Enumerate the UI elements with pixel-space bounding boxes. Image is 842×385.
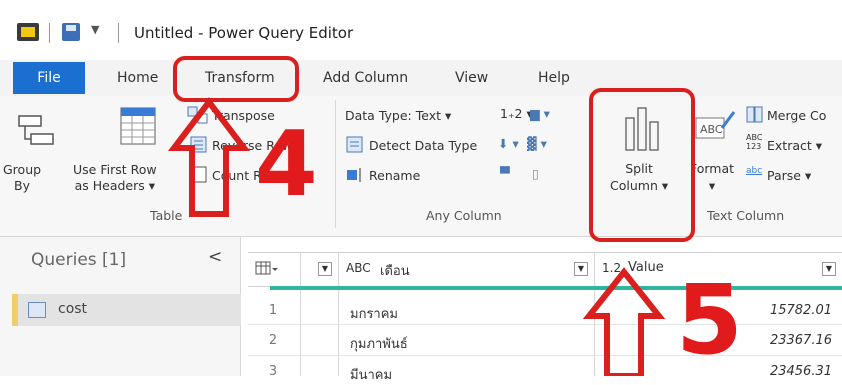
parse-button[interactable]: Parse ▾ (767, 168, 811, 183)
table-menu-icon[interactable] (255, 260, 279, 278)
format-button[interactable]: Format ▾ (690, 160, 734, 194)
group-by-button[interactable]: Group By (3, 162, 41, 194)
column-divider (300, 252, 301, 376)
extract-button[interactable]: Extract ▾ (767, 138, 822, 153)
text-column-group-label: Text Column (707, 208, 785, 223)
table-icon (28, 302, 46, 318)
format-icon: ABC (695, 111, 736, 139)
red-up-arrow-icon (168, 97, 250, 217)
group-divider (335, 100, 336, 228)
unpivot-columns-icon[interactable]: ▓ ▾ (527, 136, 547, 151)
any-column-group-label: Any Column (426, 208, 502, 223)
replace-values-icon[interactable]: 1₊2 ▾ (500, 106, 533, 121)
query-item-label: cost (58, 301, 88, 317)
row-number[interactable]: 3 (260, 364, 286, 379)
detect-data-type-button[interactable]: Detect Data Type (369, 138, 477, 153)
title-bar (0, 0, 842, 60)
use-first-row-as-headers-button[interactable]: Use First Row as Headers ▾ (73, 162, 157, 194)
tab-file[interactable]: File (13, 62, 85, 94)
cell-month[interactable]: มกราคม (350, 303, 398, 324)
tab-add-column[interactable]: Add Column (323, 70, 408, 86)
query-item-cost[interactable] (12, 294, 241, 326)
row-number[interactable]: 2 (260, 333, 286, 348)
tab-help[interactable]: Help (538, 70, 570, 86)
use-first-row-icon (120, 107, 156, 145)
fill-icon[interactable]: ▆ ▾ (530, 106, 550, 121)
extract-icon: ABC 123 (746, 133, 763, 151)
collapse-queries-button[interactable]: < (208, 247, 222, 267)
data-type-dropdown[interactable]: Data Type: Text ▾ (345, 108, 451, 123)
row-divider (248, 355, 842, 356)
move-icon[interactable]: ▀ (500, 166, 510, 181)
red-up-arrow-icon (582, 267, 666, 376)
column-filter-button[interactable]: ▼ (822, 262, 836, 276)
save-icon[interactable] (62, 23, 80, 41)
merge-columns-icon (746, 106, 763, 123)
column-quality-bar (270, 286, 842, 290)
power-query-app-icon (17, 23, 39, 41)
rename-button[interactable]: Rename (369, 168, 420, 183)
row-selector-dropdown-button[interactable]: ▼ (318, 262, 332, 276)
quick-access-separator (118, 23, 119, 43)
convert-to-list-icon[interactable]: ▯ (532, 166, 539, 181)
quick-access-dropdown-icon[interactable]: ▼ (91, 23, 99, 36)
tab-home[interactable]: Home (117, 70, 158, 86)
rename-icon (347, 168, 361, 182)
column-header-month[interactable]: เดือน (380, 260, 410, 281)
highlight-split-column (589, 88, 695, 242)
svg-text:ABC: ABC (700, 123, 723, 136)
quick-access-separator (49, 23, 50, 43)
window-title: Untitled - Power Query Editor (134, 24, 354, 42)
cell-month[interactable]: กุมภาพันธ์ (350, 333, 408, 354)
column-type-icon[interactable]: ABC (346, 261, 371, 275)
parse-icon: abc (746, 166, 763, 176)
step-number-4: 4 (255, 112, 318, 217)
detect-data-type-icon (346, 136, 363, 153)
row-number[interactable]: 1 (260, 303, 286, 318)
pivot-column-icon[interactable]: ⬇ ▾ (498, 136, 519, 151)
group-by-icon (18, 115, 54, 145)
step-number-5: 5 (676, 264, 743, 376)
cell-month[interactable]: มีนาคม (350, 364, 392, 385)
queries-pane-title: Queries [1] (31, 250, 127, 270)
merge-columns-button[interactable]: Merge Co (767, 108, 826, 123)
column-divider (338, 252, 339, 376)
tab-view[interactable]: View (455, 70, 488, 86)
row-divider (248, 324, 842, 325)
